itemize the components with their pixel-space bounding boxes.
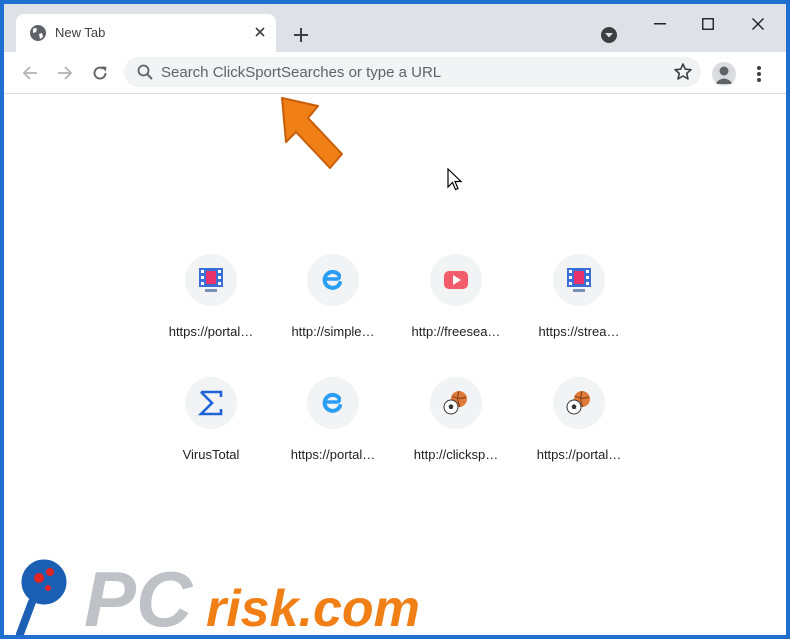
shortcut-tile[interactable]: http://freesea… (403, 254, 515, 366)
tab-search-chevron-icon[interactable] (598, 24, 620, 46)
blue-e-icon (322, 269, 342, 290)
bookmark-star-icon[interactable] (673, 62, 693, 82)
shortcut-icon-wrapper (185, 254, 237, 306)
play-button-icon (444, 271, 468, 289)
shortcut-tile[interactable]: https://strea… (526, 254, 638, 366)
mouse-cursor-icon (447, 168, 463, 191)
reload-button[interactable] (87, 60, 113, 86)
tab-strip: New Tab (4, 4, 786, 52)
shortcut-tile[interactable]: http://clicksp… (403, 377, 515, 489)
globe-icon (30, 25, 46, 41)
browser-toolbar (4, 52, 786, 94)
shortcut-label: http://freesea… (411, 324, 501, 339)
shortcut-tile[interactable]: https://portal… (158, 254, 270, 366)
film-monitor-icon (567, 268, 591, 292)
forward-button[interactable] (52, 60, 78, 86)
svg-text:PC: PC (84, 555, 194, 635)
tab-title: New Tab (55, 25, 106, 40)
shortcut-label: http://clicksp… (413, 447, 499, 462)
shortcut-tile[interactable]: http://simple… (280, 254, 392, 366)
sigma-icon (197, 390, 223, 416)
shortcut-icon-wrapper (185, 377, 237, 429)
browser-window: New Tab Search ClickSportSearches or typ… (4, 4, 786, 635)
shortcut-label: https://portal… (290, 447, 376, 462)
shortcut-icon-wrapper (553, 254, 605, 306)
svg-text:risk.com: risk.com (206, 580, 420, 635)
close-icon[interactable] (250, 22, 270, 42)
pcrisk-watermark-logo: PC risk.com (16, 555, 420, 635)
sports-balls-icon (566, 390, 590, 415)
profile-avatar-button[interactable] (712, 62, 736, 86)
tab-new-tab[interactable]: New Tab (16, 14, 276, 52)
shortcut-tile[interactable]: https://portal… (280, 377, 392, 489)
search-icon (137, 64, 153, 80)
maximize-button[interactable] (690, 10, 726, 38)
more-vert-icon[interactable] (750, 62, 768, 86)
shortcut-label: https://strea… (538, 324, 620, 339)
shortcut-label: http://simple… (291, 324, 375, 339)
address-input[interactable] (161, 61, 651, 83)
omnibox[interactable] (124, 57, 701, 87)
shortcut-icon-wrapper (307, 254, 359, 306)
annotation-arrow-icon (281, 97, 343, 169)
shortcut-label: https://portal… (536, 447, 622, 462)
shortcut-icon-wrapper (430, 254, 482, 306)
shortcut-icon-wrapper (553, 377, 605, 429)
minimize-button[interactable] (642, 10, 678, 38)
shortcut-label: https://portal… (168, 324, 254, 339)
sports-balls-icon (443, 390, 467, 415)
back-button[interactable] (17, 60, 43, 86)
person-icon (715, 66, 733, 84)
shortcut-label: VirusTotal (182, 447, 240, 462)
shortcut-icon-wrapper (430, 377, 482, 429)
window-close-button[interactable] (740, 10, 776, 38)
film-monitor-icon (199, 268, 223, 292)
shortcut-tile[interactable]: VirusTotal (158, 377, 270, 489)
blue-e-icon (322, 392, 342, 413)
shortcut-tile[interactable]: https://portal… (526, 377, 638, 489)
new-tab-button[interactable] (289, 23, 313, 47)
shortcut-icon-wrapper (307, 377, 359, 429)
